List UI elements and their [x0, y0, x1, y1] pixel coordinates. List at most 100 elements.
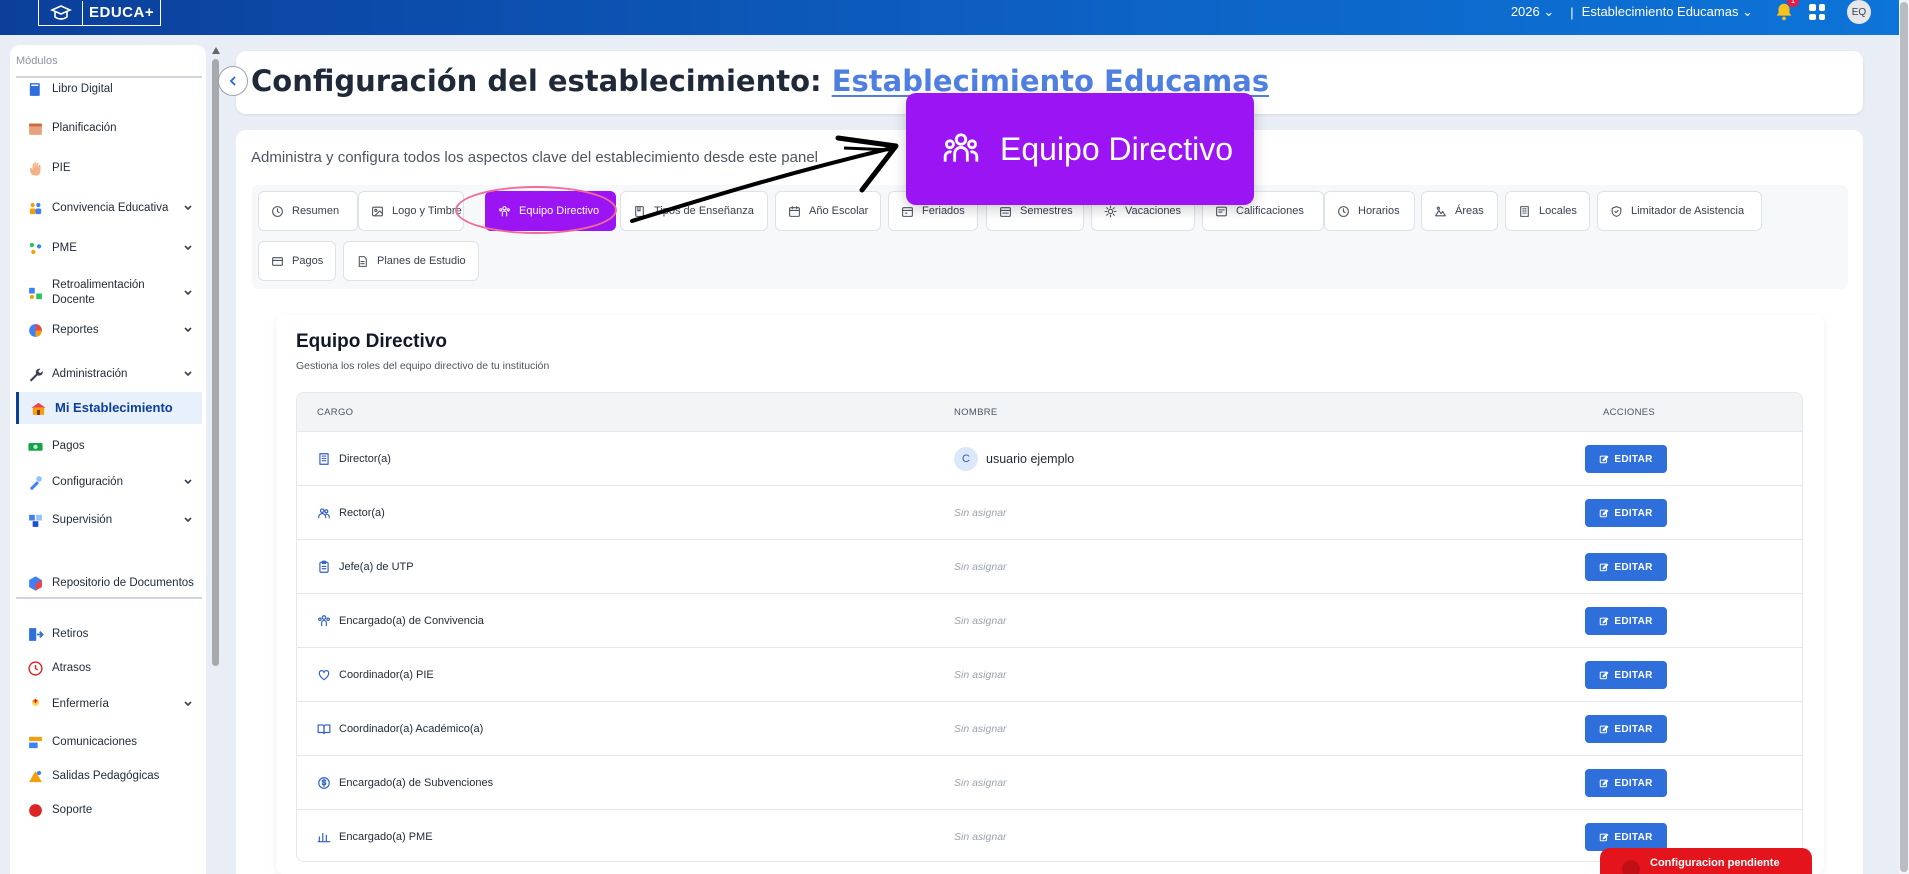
- sidebar-item-retiros[interactable]: Retiros: [16, 618, 202, 650]
- user-avatar: C: [954, 446, 978, 471]
- page-scrollbar[interactable]: [1899, 0, 1909, 874]
- sidebar-item-retroalimentacion-docente[interactable]: Retroalimentación Docente: [16, 270, 202, 316]
- column-header-nombre: NOMBRE: [954, 407, 998, 418]
- edit-button[interactable]: EDITAR: [1585, 661, 1667, 689]
- edit-button-label: EDITAR: [1614, 561, 1653, 573]
- sidebar-scrollbar[interactable]: [211, 47, 220, 874]
- sidebar-item-label: Libro Digital: [52, 82, 113, 95]
- sidebar-item-pagos[interactable]: Pagos: [16, 430, 202, 462]
- sidebar-item-supervision[interactable]: Supervisión: [16, 504, 202, 536]
- sidebar-item-comunicaciones[interactable]: Comunicaciones: [16, 726, 202, 758]
- nombre-label: Sin asignar: [954, 776, 1007, 789]
- column-header-cargo: CARGO: [317, 407, 354, 418]
- sidebar-item-reportes[interactable]: Reportes: [16, 314, 202, 346]
- edit-icon: [1600, 671, 1609, 680]
- sidebar-item-planificacion[interactable]: Planificación: [16, 112, 202, 144]
- year-selector[interactable]: 2026 ⌄: [1511, 4, 1554, 20]
- sidebar-item-label: Convivencia Educativa: [52, 201, 169, 214]
- megaphone-icon: [26, 733, 44, 751]
- edit-button-label: EDITAR: [1614, 507, 1653, 519]
- user-avatar[interactable]: EQ: [1847, 0, 1871, 24]
- sidebar-item-salidas-pedagogicas[interactable]: Salidas Pedagógicas: [16, 760, 202, 792]
- edit-button[interactable]: EDITAR: [1585, 499, 1667, 527]
- tab-label: Planes de Estudio: [377, 255, 466, 267]
- edit-button[interactable]: EDITAR: [1585, 715, 1667, 743]
- tab-locales[interactable]: Locales: [1505, 191, 1590, 231]
- sidebar-item-atrasos[interactable]: Atrasos: [16, 652, 202, 684]
- sidebar-item-label: Retiros: [52, 627, 89, 640]
- tab-ano-escolar[interactable]: Año Escolar: [775, 191, 881, 231]
- tab-limitador-de-asistencia[interactable]: Limitador de Asistencia: [1597, 191, 1762, 231]
- sidebar-item-libro-digital[interactable]: Libro Digital: [16, 73, 202, 105]
- tab-label: Equipo Directivo: [519, 205, 600, 217]
- cargo-label: Coordinador(a) Académico(a): [339, 722, 484, 735]
- edit-button[interactable]: EDITAR: [1585, 553, 1667, 581]
- divider: |: [1570, 4, 1574, 20]
- tab-equipo-directivo[interactable]: Equipo Directivo: [485, 191, 616, 231]
- table-row: Coordinador(a) PIE Sin asignar EDITAR: [297, 648, 1802, 702]
- app-logo[interactable]: EDUCA+: [38, 0, 162, 26]
- sidebar-item-convivencia-educativa[interactable]: Convivencia Educativa: [16, 192, 202, 224]
- sidebar-item-mi-establecimiento[interactable]: Mi Establecimiento: [16, 392, 202, 424]
- edit-button-label: EDITAR: [1614, 831, 1653, 843]
- establishment-selector[interactable]: Establecimiento Educamas ⌄: [1582, 4, 1753, 20]
- zoom-callout: Equipo Directivo: [906, 93, 1254, 205]
- table-row: Encargado(a) de Convivencia Sin asignar ED…: [297, 594, 1802, 648]
- sidebar-item-configuracion[interactable]: Configuración: [16, 466, 202, 498]
- clipboard-icon: [319, 560, 329, 573]
- page-title-text: Configuración del establecimiento:: [251, 64, 832, 98]
- tab-planes-de-estudio[interactable]: Planes de Estudio: [343, 241, 479, 281]
- clock-circle-icon: [272, 205, 283, 217]
- supervision-icon: [26, 511, 44, 529]
- tools-icon: [26, 473, 44, 491]
- apps-grid-icon[interactable]: [1809, 4, 1825, 20]
- sidebar-item-pie[interactable]: PIE: [16, 152, 202, 184]
- bar-chart-icon: [317, 832, 331, 842]
- edit-button[interactable]: EDITAR: [1585, 769, 1667, 797]
- school-logo-icon: [39, 0, 83, 25]
- notifications-bell-icon[interactable]: 1: [1773, 0, 1799, 23]
- tab-horarios[interactable]: Horarios: [1324, 191, 1415, 231]
- sidebar-item-label: Administración: [52, 367, 128, 380]
- sidebar-item-administracion[interactable]: Administración: [16, 358, 202, 390]
- pie-chart-icon: [26, 321, 44, 339]
- cargo-label: Jefe(a) de UTP: [339, 560, 414, 573]
- grades-icon: [1216, 206, 1227, 216]
- tab-pagos[interactable]: Pagos: [258, 241, 336, 281]
- sidebar-item-soporte[interactable]: Soporte: [16, 794, 202, 826]
- nombre-label: Sin asignar: [954, 560, 1007, 573]
- people-icon: [26, 199, 44, 217]
- team-icon: [499, 205, 510, 216]
- sidebar-item-enfermeria[interactable]: Enfermería: [16, 688, 202, 720]
- sidebar-item-label: Repositorio de Documentos: [52, 576, 194, 589]
- chevron-down-icon: [180, 512, 196, 528]
- pending-config-button[interactable]: Configuracion pendiente: [1600, 848, 1812, 874]
- tab-areas[interactable]: Áreas: [1421, 191, 1498, 231]
- edit-button[interactable]: EDITAR: [1585, 823, 1667, 851]
- nurse-icon: [26, 695, 44, 713]
- sidebar-item-label: Atrasos: [52, 661, 91, 674]
- year-label: 2026: [1510, 4, 1540, 19]
- card-icon: [272, 256, 283, 266]
- edit-button[interactable]: EDITAR: [1585, 445, 1667, 473]
- tab-resumen[interactable]: Resumen: [258, 191, 358, 231]
- sidebar-item-label: Enfermería: [52, 697, 109, 710]
- sidebar-header: Módulos: [16, 55, 58, 67]
- tab-tipos-de-ensenanza[interactable]: Tipos de Enseñanza: [620, 191, 768, 231]
- document-icon: [358, 255, 367, 267]
- edit-icon: [1600, 617, 1609, 626]
- sidebar-item-pme[interactable]: PME: [16, 232, 202, 264]
- nombre-cell: Sin asignar: [954, 594, 1007, 647]
- collapse-sidebar-button[interactable]: [218, 66, 248, 96]
- nombre-label: Sin asignar: [954, 722, 1007, 735]
- cargo-label: Rector(a): [339, 506, 385, 519]
- edit-button[interactable]: EDITAR: [1585, 607, 1667, 635]
- school-icon: [29, 399, 47, 417]
- sidebar-item-label: Retroalimentación Docente: [52, 279, 145, 306]
- tab-label: Feriados: [922, 205, 965, 217]
- sidebar-item-repositorio-de-documentos[interactable]: Repositorio de Documentos: [16, 560, 202, 606]
- tab-logo-y-timbre[interactable]: Logo y Timbre: [358, 191, 464, 231]
- edit-button-label: EDITAR: [1614, 777, 1653, 789]
- cargo-label: Director(a): [339, 452, 391, 465]
- table-row: Encargado(a) PME Sin asignar EDITAR: [297, 810, 1802, 861]
